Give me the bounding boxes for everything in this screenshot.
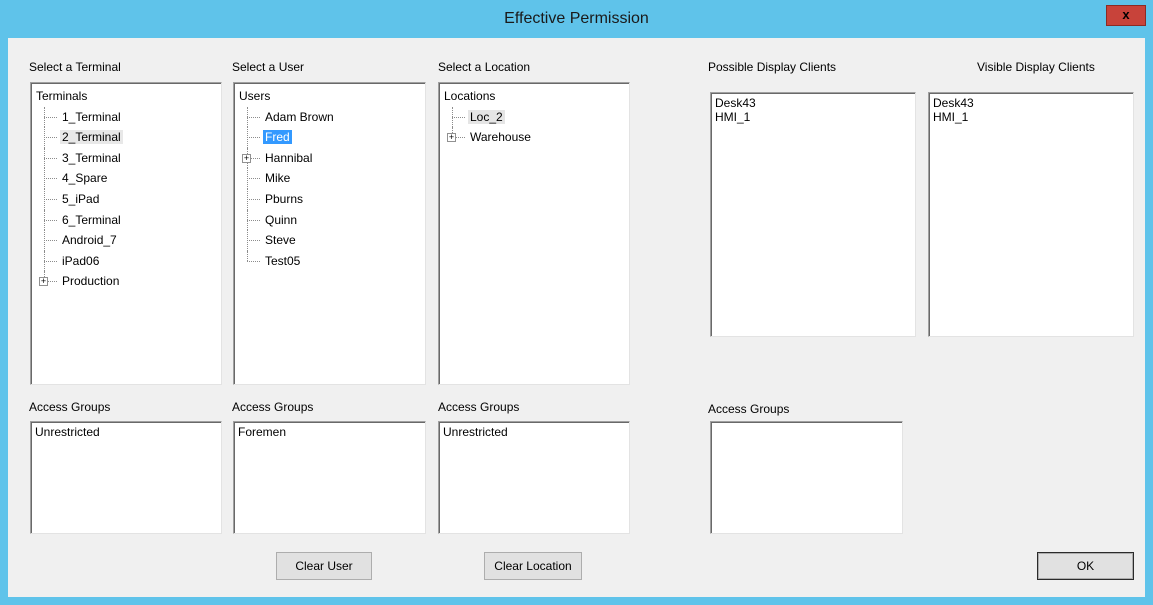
terminal-item-label: Production — [62, 274, 120, 289]
display-client-item[interactable]: HMI_1 — [931, 110, 974, 124]
visible-display-clients-list[interactable]: Desk43 HMI_1 — [928, 92, 1134, 337]
terminal-item-selected[interactable]: 2_Terminal — [34, 127, 123, 148]
user-item[interactable]: Steve — [237, 230, 336, 251]
terminal-item[interactable]: iPad06 — [34, 250, 123, 272]
terminal-item-label: 1_Terminal — [62, 109, 121, 124]
select-user-label: Select a User — [232, 60, 305, 74]
access-group-item[interactable]: Unrestricted — [33, 425, 100, 439]
terminal-tree[interactable]: Terminals 1_Terminal 2_Terminal 3_Termin… — [30, 82, 222, 385]
location-item-selected[interactable]: Loc_2 — [442, 106, 533, 128]
terminal-item-label: Android_7 — [62, 233, 117, 248]
terminal-item-label: 5_iPad — [62, 191, 100, 206]
terminal-item[interactable]: 5_iPad — [34, 188, 123, 210]
select-location-label: Select a Location — [438, 60, 531, 74]
user-item-label: Mike — [265, 171, 291, 186]
user-tree[interactable]: Users Adam Brown Fred + Hannibal Mike Pbu… — [233, 82, 426, 385]
user-access-groups-label: Access Groups — [232, 400, 314, 414]
clear-location-button[interactable]: Clear Location — [484, 552, 582, 580]
terminal-item[interactable]: 3_Terminal — [34, 147, 123, 169]
user-group-hannibal[interactable]: + Hannibal — [237, 147, 336, 169]
user-item[interactable]: Test05 — [237, 250, 336, 272]
user-item[interactable]: Mike — [237, 168, 336, 189]
possible-display-clients-label: Possible Display Clients — [708, 60, 837, 74]
expand-icon[interactable]: + — [447, 133, 456, 143]
access-group-item[interactable]: Foremen — [236, 425, 286, 439]
terminal-item[interactable]: 4_Spare — [34, 168, 123, 189]
tree-root-locations[interactable]: Locations — [442, 86, 533, 107]
user-item-label: Steve — [265, 233, 296, 248]
terminal-item-label: 4_Spare — [62, 171, 108, 186]
user-item-label: Quinn — [265, 212, 298, 227]
tree-root-label: Locations — [444, 89, 496, 103]
user-item-label: Adam Brown — [265, 109, 334, 124]
user-access-groups-list[interactable]: Foremen — [233, 421, 426, 534]
location-item-label: Loc_2 — [468, 109, 505, 124]
terminal-item[interactable]: 1_Terminal — [34, 106, 123, 128]
access-group-item[interactable]: Unrestricted — [441, 425, 508, 439]
possible-display-clients-list[interactable]: Desk43 HMI_1 — [710, 92, 916, 337]
display-client-item[interactable]: Desk43 — [713, 96, 756, 110]
user-item[interactable]: Adam Brown — [237, 106, 336, 128]
user-item-label: Hannibal — [265, 150, 313, 165]
tree-root-label: Users — [239, 89, 271, 103]
select-terminal-label: Select a Terminal — [29, 60, 121, 74]
location-group-warehouse[interactable]: + Warehouse — [442, 127, 533, 148]
dialog-client-area: Select a Terminal Terminals 1_Terminal 2… — [8, 38, 1145, 597]
location-item-label: Warehouse — [470, 130, 531, 145]
visible-display-clients-label: Visible Display Clients — [977, 60, 1095, 74]
user-item[interactable]: Quinn — [237, 209, 336, 231]
close-button[interactable]: x — [1106, 5, 1146, 26]
expand-icon[interactable]: + — [242, 153, 251, 163]
user-item-selected[interactable]: Fred — [237, 127, 336, 148]
terminal-access-groups-label: Access Groups — [29, 400, 111, 414]
terminal-group-production[interactable]: + Production — [34, 271, 123, 292]
user-item-label: Test05 — [265, 253, 301, 268]
location-access-groups-list[interactable]: Unrestricted — [438, 421, 630, 534]
window-title: Effective Permission — [504, 10, 649, 27]
expand-icon[interactable]: + — [39, 277, 48, 287]
location-access-groups-label: Access Groups — [438, 400, 520, 414]
user-item[interactable]: Pburns — [237, 188, 336, 210]
location-tree[interactable]: Locations Loc_2 + Warehouse — [438, 82, 630, 385]
title-bar[interactable]: Effective Permission x — [0, 0, 1153, 38]
tree-root-users[interactable]: Users — [237, 86, 336, 107]
clear-user-button[interactable]: Clear User — [276, 552, 372, 580]
terminal-access-groups-list[interactable]: Unrestricted — [30, 421, 222, 534]
tree-root-terminals[interactable]: Terminals — [34, 86, 123, 107]
effective-permission-window: Effective Permission x Select a Terminal… — [0, 0, 1153, 605]
user-item-label: Pburns — [265, 191, 304, 206]
tree-root-label: Terminals — [36, 89, 88, 103]
display-client-item[interactable]: HMI_1 — [713, 110, 756, 124]
possible-access-groups-list[interactable] — [710, 421, 903, 534]
user-item-label: Fred — [263, 130, 292, 145]
terminal-item-label: iPad06 — [62, 253, 100, 268]
possible-access-groups-label: Access Groups — [708, 402, 790, 416]
terminal-item-label: 6_Terminal — [62, 212, 121, 227]
terminal-item[interactable]: 6_Terminal — [34, 209, 123, 231]
terminal-item-label: 2_Terminal — [60, 130, 123, 145]
ok-button[interactable]: OK — [1037, 552, 1134, 580]
display-client-item[interactable]: Desk43 — [931, 96, 974, 110]
terminal-item-label: 3_Terminal — [62, 150, 121, 165]
terminal-item[interactable]: Android_7 — [34, 230, 123, 251]
